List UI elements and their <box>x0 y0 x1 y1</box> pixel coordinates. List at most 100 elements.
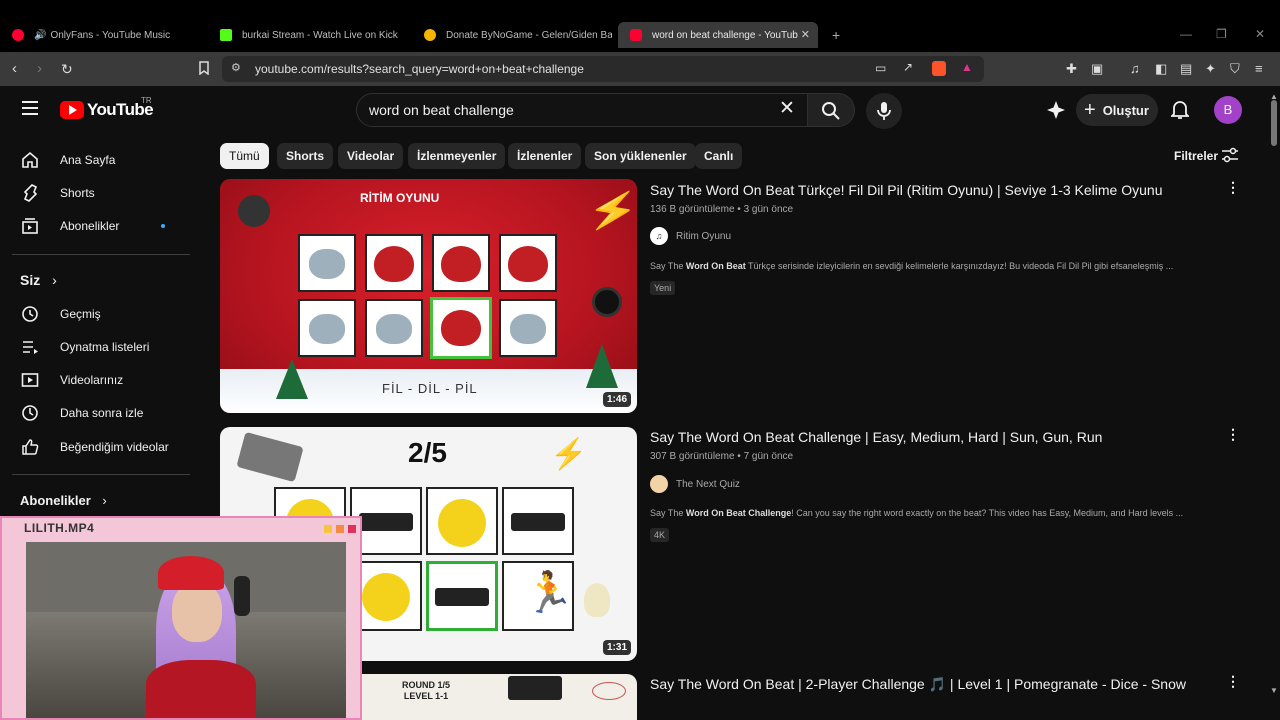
share-icon[interactable]: ↗ <box>903 60 913 74</box>
tab-kick[interactable]: burkai Stream - Watch Live on Kick <box>208 22 408 48</box>
menu-icon[interactable]: ≡ <box>1255 61 1263 76</box>
thumb-level: LEVEL 1-1 <box>403 691 449 701</box>
screenshot-icon[interactable]: ▣ <box>1091 61 1103 77</box>
bookmark-icon[interactable] <box>198 61 210 78</box>
search-button[interactable] <box>807 93 855 127</box>
your-videos-icon <box>20 370 40 390</box>
sidebar-item-playlists[interactable]: Oynatma listeleri <box>12 330 190 364</box>
sidebar-item-watch-later[interactable]: Daha sonra izle <box>12 396 190 430</box>
search-input[interactable] <box>369 102 749 118</box>
more-options-icon[interactable]: ⋮ <box>1226 673 1240 690</box>
video-title[interactable]: Say The Word On Beat Challenge | Easy, M… <box>650 429 1102 445</box>
sidebar-item-home[interactable]: Ana Sayfa <box>12 143 190 177</box>
scrollbar-thumb[interactable] <box>1271 100 1277 146</box>
more-options-icon[interactable]: ⋮ <box>1226 179 1240 196</box>
sidebar-item-shorts[interactable]: Shorts <box>12 176 190 210</box>
home-icon <box>20 150 40 170</box>
extensions-icon[interactable]: ✚ <box>1066 61 1077 77</box>
close-tab-icon[interactable]: ✕ <box>801 28 810 41</box>
sidebar-toggle-icon[interactable]: ◧ <box>1155 61 1167 77</box>
channel-logo <box>592 682 626 700</box>
run-card: 🏃 <box>502 561 574 631</box>
chip-live[interactable]: Canlı <box>695 143 743 169</box>
desc-highlight: Word On Beat <box>685 261 746 271</box>
chip-unwatched[interactable]: İzlenmeyenler <box>408 143 506 169</box>
subscriptions-section-header[interactable]: Abonelikler › <box>20 493 107 508</box>
hamburger-menu-icon[interactable] <box>21 100 39 121</box>
back-icon[interactable]: ‹ <box>12 60 17 77</box>
chip-recently-uploaded[interactable]: Son yüklenenler <box>585 143 696 169</box>
notifications-bell-icon[interactable] <box>1169 100 1191 125</box>
sun-card <box>426 487 498 555</box>
site-settings-icon[interactable]: ⚙ <box>231 61 241 74</box>
elephant-card <box>298 299 356 357</box>
chip-watched[interactable]: İzlenenler <box>508 143 582 169</box>
tab-title: OnlyFans - YouTube Music <box>50 29 171 41</box>
tab-title: Donate ByNoGame - Gelen/Giden Ba <box>446 29 612 41</box>
chip-shorts[interactable]: Shorts <box>277 143 334 169</box>
sidebar-item-label: Oynatma listeleri <box>60 340 150 354</box>
video-thumbnail[interactable]: RİTİM OYUNU ⚡ FİL - DİL - PİL 1:46 <box>220 179 637 413</box>
country-code: TR <box>141 96 152 105</box>
desc-text: Say The <box>650 261 686 271</box>
leo-ai-icon[interactable]: ✦ <box>1205 61 1216 77</box>
elephant-card <box>499 299 557 357</box>
chip-all[interactable]: Tümü <box>220 143 269 169</box>
create-button[interactable]: + Oluştur <box>1076 94 1158 126</box>
tab-bynogame[interactable]: Donate ByNoGame - Gelen/Giden Ba <box>412 22 612 48</box>
thumb-banner: RİTİM OYUNU <box>360 191 440 205</box>
video-description: Say The Word On Beat Türkçe serisinde iz… <box>650 261 1173 271</box>
scroll-down-icon[interactable]: ▼ <box>1270 686 1278 695</box>
chip-videos[interactable]: Videolar <box>338 143 404 169</box>
voice-search-button[interactable] <box>866 93 902 129</box>
scrollbar[interactable]: ▲ ▼ <box>1268 86 1280 700</box>
sidebar-item-liked-videos[interactable]: Beğendiğim videolar <box>12 430 190 464</box>
sidebar-item-label: Ana Sayfa <box>60 153 116 167</box>
forward-icon[interactable]: › <box>37 60 42 77</box>
new-tab-icon[interactable]: + <box>832 27 840 43</box>
sidebar-item-your-videos[interactable]: Videolarınız <box>12 363 190 397</box>
wallet-icon[interactable]: ▤ <box>1180 61 1192 77</box>
more-options-icon[interactable]: ⋮ <box>1226 426 1240 443</box>
clear-search-icon[interactable]: ✕ <box>779 97 795 120</box>
liked-icon <box>20 437 40 457</box>
reload-icon[interactable]: ↻ <box>61 61 73 78</box>
video-title[interactable]: Say The Word On Beat Türkçe! Fil Dil Pil… <box>650 182 1162 198</box>
channel-link[interactable]: ♫ Ritim Oyunu <box>650 227 731 245</box>
channel-link[interactable]: The Next Quiz <box>650 475 740 493</box>
sidebar-item-history[interactable]: Geçmiş <box>12 297 190 331</box>
tongue-card <box>499 234 557 292</box>
video-title[interactable]: Say The Word On Beat | 2-Player Challeng… <box>650 676 1186 693</box>
ask-ai-icon[interactable] <box>1046 100 1066 125</box>
brave-shields-icon[interactable] <box>932 61 946 76</box>
filters-label: Filtreler <box>1174 149 1219 163</box>
divider <box>12 474 190 475</box>
cast-icon[interactable]: ▭ <box>875 61 886 75</box>
close-window-icon[interactable]: ✕ <box>1255 27 1265 41</box>
channel-avatar: ♫ <box>650 227 668 245</box>
microphone-icon <box>877 102 891 120</box>
brave-rewards-icon[interactable]: ▲ <box>961 60 973 74</box>
filters-button[interactable]: Filtreler <box>1174 147 1238 163</box>
maximize-icon[interactable]: ❐ <box>1216 27 1227 41</box>
video-meta: 136 B görüntüleme • 3 gün önce <box>650 204 794 215</box>
tab-youtube-music[interactable]: 🔊 OnlyFans - YouTube Music <box>0 22 200 48</box>
chevron-right-icon: › <box>52 272 57 288</box>
microphone-icon <box>232 189 276 233</box>
url-field[interactable]: ⚙ youtube.com/results?search_query=word+… <box>222 56 984 82</box>
scoreboard <box>508 676 562 700</box>
tab-youtube-search[interactable]: word on beat challenge - YouTub ✕ <box>618 22 818 48</box>
santa-hat <box>158 556 224 590</box>
vpn-icon[interactable]: ⛉ <box>1230 61 1240 77</box>
desc-highlight: Word On Beat Challenge <box>685 508 792 518</box>
minimize-icon[interactable]: — <box>1180 27 1192 41</box>
you-section-header[interactable]: Siz › <box>20 272 57 288</box>
sidebar-item-label: Daha sonra izle <box>60 406 144 420</box>
music-icon[interactable]: ♫ <box>1130 61 1140 76</box>
history-icon <box>20 304 40 324</box>
sidebar-item-subscriptions[interactable]: Abonelikler <box>12 209 190 243</box>
avatar[interactable]: B <box>1214 96 1242 124</box>
url-text: youtube.com/results?search_query=word+on… <box>255 62 584 76</box>
vinyl-record-icon <box>592 287 622 317</box>
search-box[interactable] <box>356 93 808 127</box>
